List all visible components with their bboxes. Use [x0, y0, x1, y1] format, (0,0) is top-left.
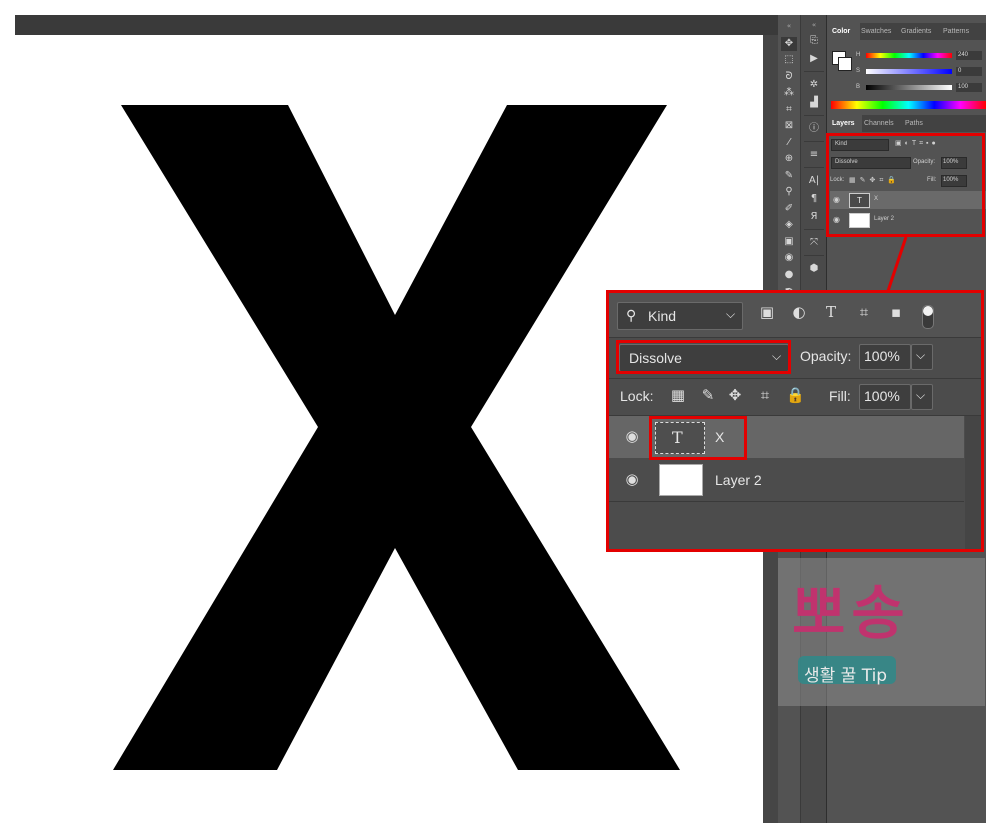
tab-channels[interactable]: Channels — [864, 115, 896, 132]
move-tool-icon[interactable]: ✥ — [781, 37, 797, 51]
paragraph-panel-icon[interactable]: ¶ — [805, 191, 823, 207]
collapse-icon[interactable]: « — [781, 19, 797, 33]
crop-tool-icon[interactable]: ⌗ — [781, 103, 797, 117]
color-panel-tabs: Color Swatches Gradients Patterns — [827, 23, 986, 40]
lasso-tool-icon[interactable]: ᘐ — [781, 70, 797, 84]
tab-layers[interactable]: Layers — [827, 115, 862, 132]
zoom-filter-row: ⚲ Kind ⌵ ▣ ◐ T ⌗ ▪ — [609, 293, 981, 338]
color-ramp[interactable] — [831, 101, 986, 109]
visibility-eye-icon[interactable]: ◉ — [623, 427, 641, 445]
tab-swatches[interactable]: Swatches — [861, 23, 895, 40]
color-row-value[interactable]: 100 — [956, 83, 982, 92]
color-row-label: H — [856, 52, 861, 58]
saturation-slider[interactable] — [866, 69, 952, 74]
thumbnail-highlight-box — [649, 416, 747, 460]
glyphs-panel-icon[interactable]: Я — [805, 209, 823, 225]
tab-gradients[interactable]: Gradients — [901, 23, 939, 40]
chevron-down-icon: ⌵ — [916, 348, 926, 362]
zoom-lock-row: Lock: ▦ ✎ ✥ ⌗ 🔒 Fill: 100% ⌵ — [609, 379, 981, 416]
smart-object-filter-icon[interactable]: ▪ — [886, 303, 906, 321]
toggle-knob-icon — [923, 306, 933, 316]
watermark-subtitle: 생활 꿀 Tip — [804, 666, 888, 686]
type-filter-icon[interactable]: T — [821, 303, 841, 321]
color-row-value[interactable]: 240 — [956, 51, 982, 60]
layers-panel-tabs: Layers Channels Paths — [827, 115, 986, 132]
watermark-title: 뽀송 — [792, 579, 911, 647]
hue-slider[interactable] — [866, 53, 952, 58]
zoom-opacity-label: Opacity: — [800, 348, 852, 364]
zoom-layer-row-layer-2[interactable]: ◉ Layer 2 — [609, 459, 964, 502]
marquee-tool-icon[interactable]: ⬚ — [781, 53, 797, 67]
histogram-panel-icon[interactable]: ▟ — [805, 95, 823, 111]
info-panel-icon[interactable]: ⓘ — [805, 121, 823, 137]
magic-wand-tool-icon[interactable]: ⁂ — [781, 86, 797, 100]
tab-paths[interactable]: Paths — [905, 115, 931, 132]
color-row-label: S — [856, 68, 861, 74]
lock-brush-icon[interactable]: ✎ — [699, 386, 717, 404]
brightness-slider[interactable] — [866, 85, 952, 90]
zoom-fill-dropdown[interactable]: ⌵ — [911, 384, 933, 410]
history-brush-tool-icon[interactable]: ✐ — [781, 202, 797, 216]
zoom-lock-label: Lock: — [620, 388, 654, 404]
properties-panel-icon[interactable]: ≡ — [805, 147, 823, 163]
background-color-swatch[interactable] — [838, 57, 852, 71]
chevron-down-icon: ⌵ — [916, 388, 926, 402]
panel-highlight-box — [826, 133, 985, 237]
search-icon: ⚲ — [626, 307, 637, 323]
tab-patterns[interactable]: Patterns — [943, 23, 977, 40]
layers-zoom-callout: ⚲ Kind ⌵ ▣ ◐ T ⌗ ▪ Dissolve ⌵ Opacity: 1… — [606, 290, 984, 552]
blend-mode-highlight-box — [616, 340, 791, 374]
zoom-layers-scrollbar[interactable] — [965, 416, 981, 549]
zoom-fill-label: Fill: — [829, 388, 851, 404]
color-row-label: B — [856, 84, 861, 90]
zoom-fill-value: 100% — [864, 388, 900, 404]
actions-panel-icon[interactable]: ▶ — [805, 51, 823, 67]
shape-filter-icon[interactable]: ⌗ — [854, 303, 874, 321]
lock-all-icon[interactable]: 🔒 — [786, 386, 805, 404]
eyedropper-tool-icon[interactable]: ⁄ — [781, 136, 797, 150]
healing-tool-icon[interactable]: ⊕ — [781, 152, 797, 166]
zoom-opacity-input[interactable]: 100% — [859, 344, 911, 370]
zoom-opacity-value: 100% — [864, 348, 900, 364]
zoom-layer-name: Layer 2 — [715, 472, 762, 488]
tab-color[interactable]: Color — [827, 23, 860, 40]
stamp-tool-icon[interactable]: ⚲ — [781, 185, 797, 199]
gradient-tool-icon[interactable]: ▣ — [781, 235, 797, 249]
adjustments-panel-icon[interactable]: ✲ — [805, 77, 823, 93]
eraser-tool-icon[interactable]: ◈ — [781, 218, 797, 232]
chevron-down-icon: ⌵ — [726, 307, 736, 321]
character-panel-icon[interactable]: A| — [805, 173, 823, 189]
lock-position-icon[interactable]: ✥ — [726, 386, 744, 404]
zoom-opacity-dropdown[interactable]: ⌵ — [911, 344, 933, 370]
zoom-fill-input[interactable]: 100% — [859, 384, 911, 410]
blur-tool-icon[interactable]: ◉ — [781, 251, 797, 265]
3d-panel-icon[interactable]: ⬢ — [805, 261, 823, 277]
dodge-tool-icon[interactable]: ● — [781, 268, 797, 282]
frame-tool-icon[interactable]: ⊠ — [781, 119, 797, 133]
zoom-kind-dropdown[interactable]: ⚲ Kind ⌵ — [617, 302, 743, 330]
brush-tool-icon[interactable]: ✎ — [781, 169, 797, 183]
history-panel-icon[interactable]: ⎘ — [805, 33, 823, 49]
image-filter-icon[interactable]: ▣ — [757, 303, 777, 321]
watermark-badge: 생활 꿀 Tip — [798, 656, 896, 686]
color-row-value[interactable]: 0 — [956, 67, 982, 76]
visibility-eye-icon[interactable]: ◉ — [623, 470, 641, 488]
lock-transparency-icon[interactable]: ▦ — [669, 386, 687, 404]
document-tab-bar — [15, 15, 778, 35]
adjustment-filter-icon[interactable]: ◐ — [789, 303, 809, 321]
filter-toggle[interactable] — [922, 305, 934, 329]
lock-artboard-icon[interactable]: ⌗ — [756, 386, 774, 404]
watermark-logo: 뽀송 생활 꿀 Tip — [778, 558, 985, 706]
zoom-layer-thumbnail — [659, 464, 703, 496]
collapse-dock-icon[interactable]: « — [805, 17, 823, 33]
tool-presets-icon[interactable]: ⤧ — [805, 235, 823, 251]
zoom-kind-label: Kind — [648, 308, 677, 324]
